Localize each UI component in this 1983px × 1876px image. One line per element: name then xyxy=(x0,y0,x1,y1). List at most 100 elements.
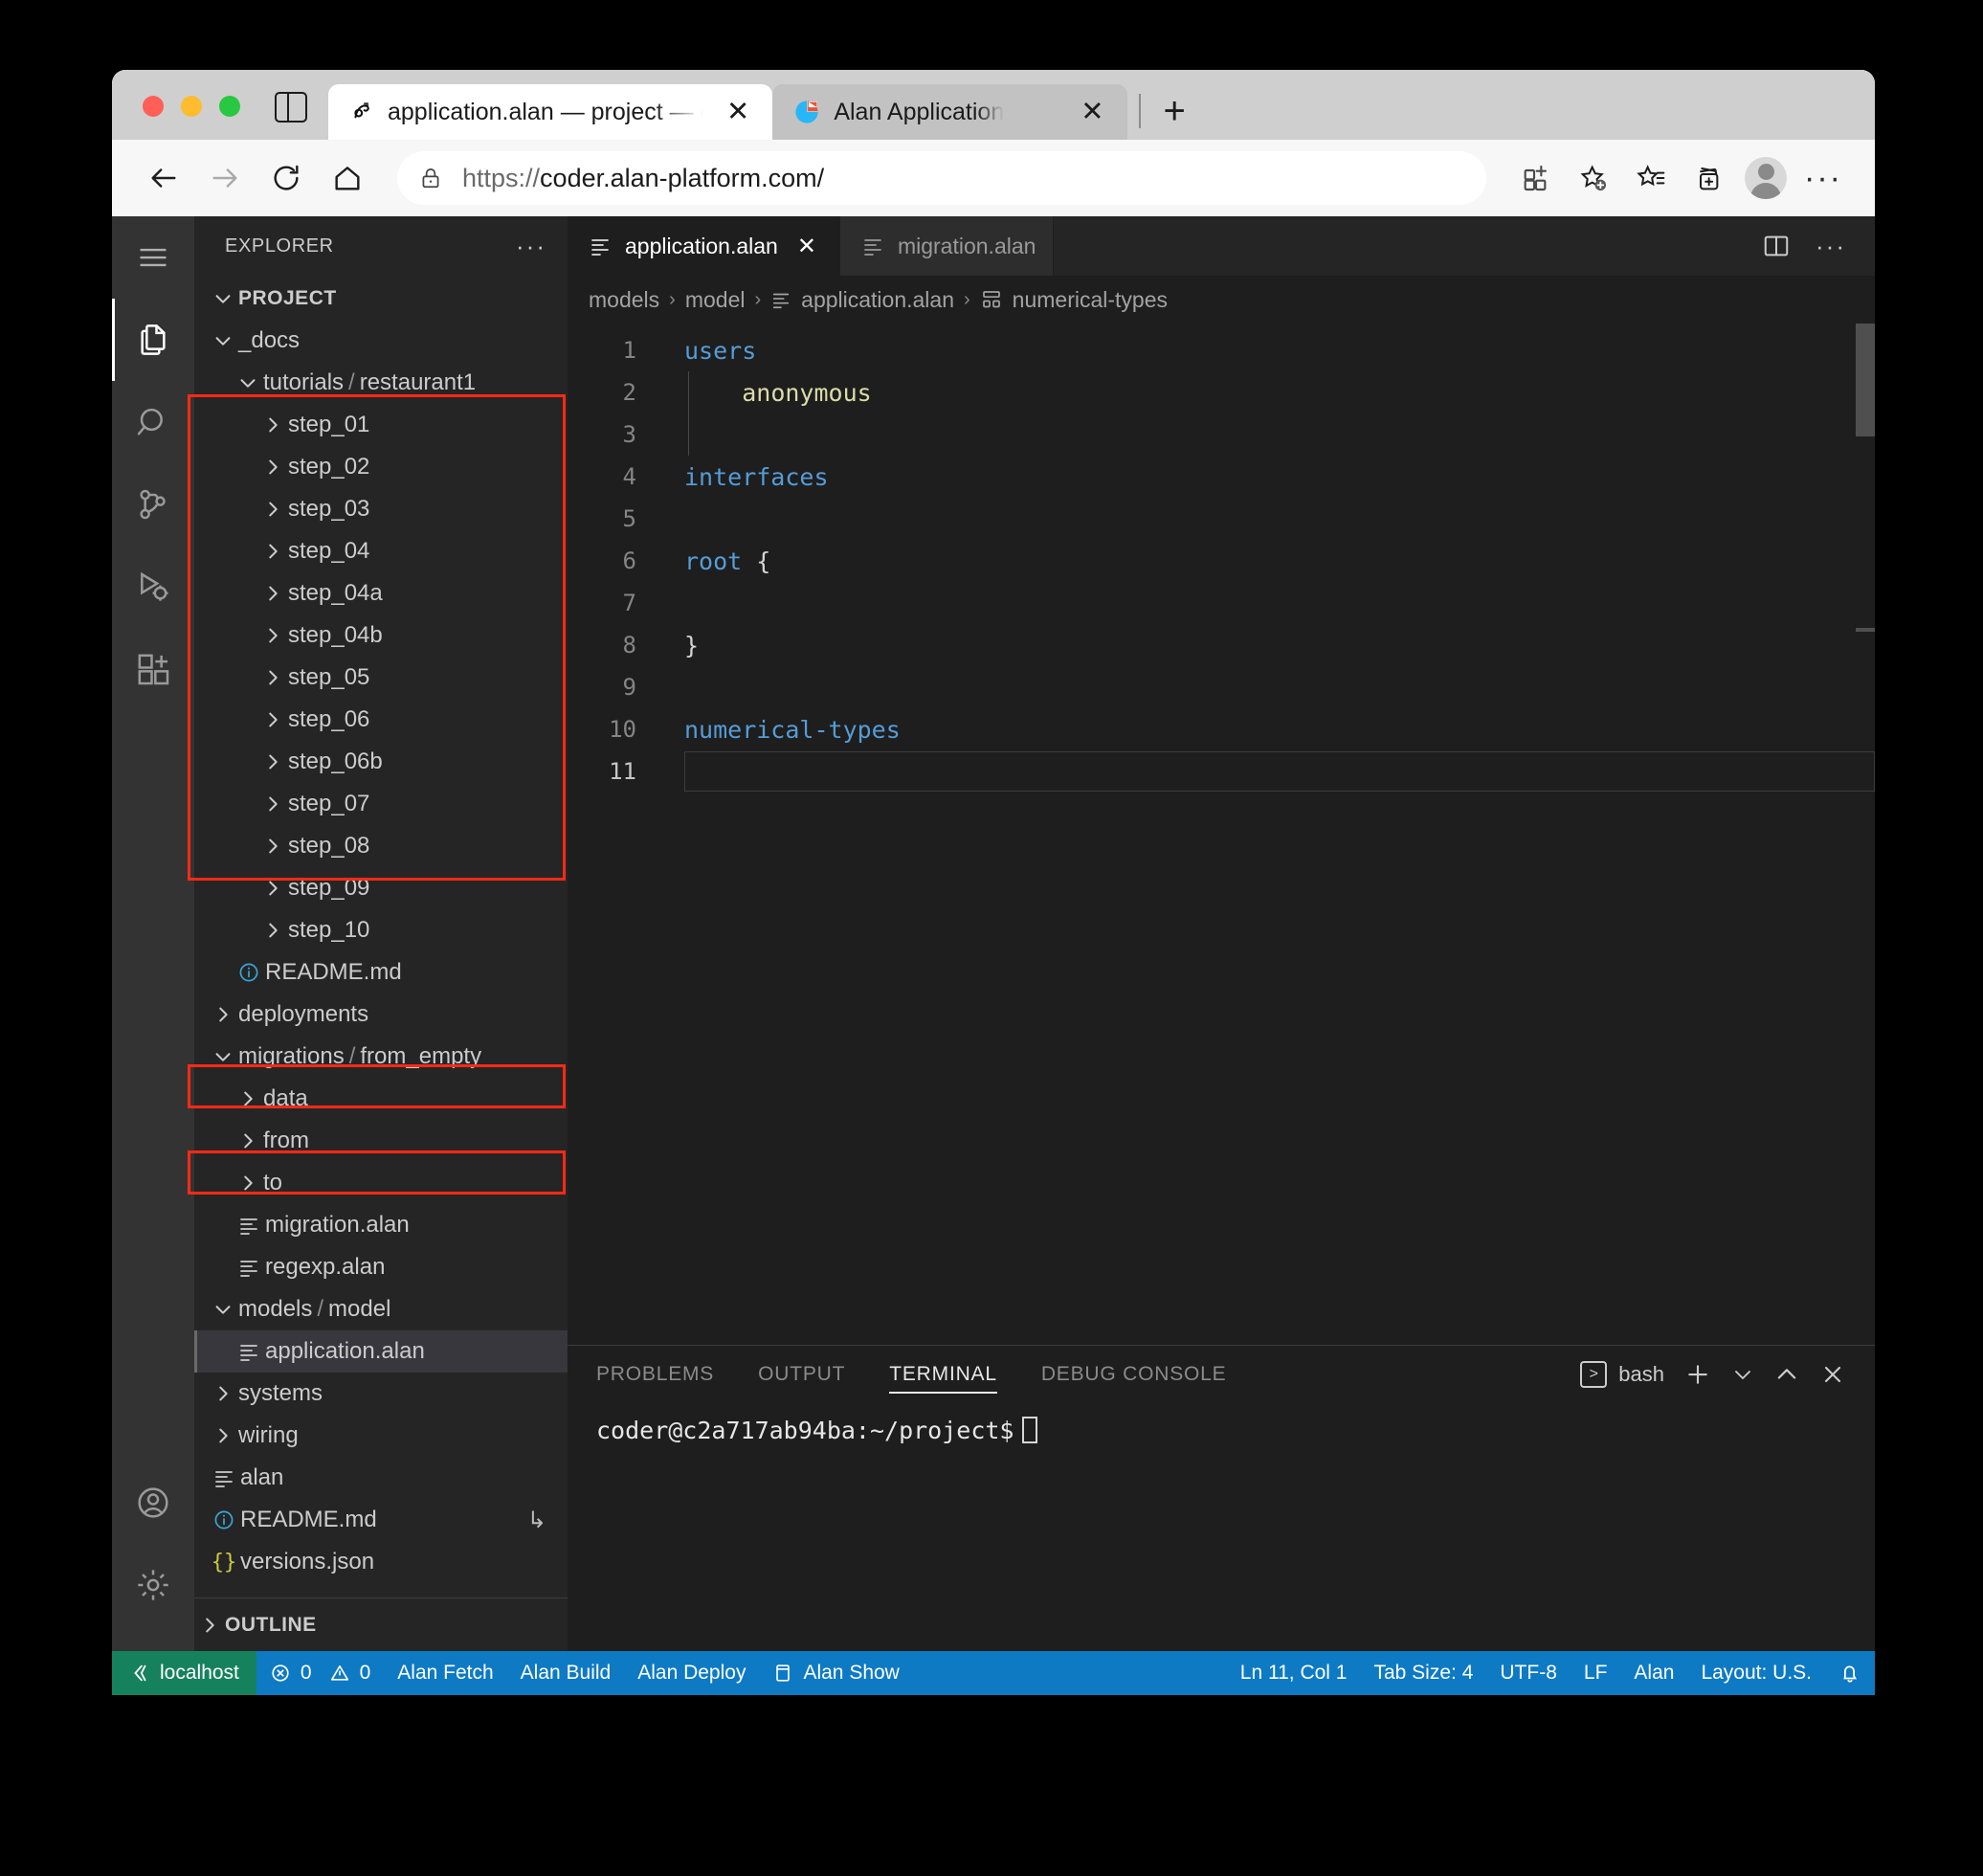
status-problems[interactable]: 0 0 xyxy=(256,1651,384,1695)
menu-icon[interactable] xyxy=(112,216,194,299)
tree-root-project[interactable]: PROJECT xyxy=(194,278,568,320)
outline-section[interactable]: OUTLINE xyxy=(194,1597,568,1651)
tree-item-deployments[interactable]: deployments xyxy=(194,994,568,1036)
back-arrow-icon[interactable] xyxy=(137,151,190,205)
terminal-shell-selector[interactable]: > bash xyxy=(1580,1361,1664,1388)
tree-item-application-alan[interactable]: application.alan xyxy=(194,1330,568,1373)
status-alan-deploy[interactable]: Alan Deploy xyxy=(624,1651,759,1695)
editor-tab-close-icon[interactable]: ✕ xyxy=(791,233,822,260)
tab-debug-console[interactable]: DEBUG CONSOLE xyxy=(1041,1346,1227,1403)
status-encoding[interactable]: UTF-8 xyxy=(1486,1651,1571,1695)
address-bar[interactable]: https://coder.alan-platform.com/ xyxy=(397,151,1486,205)
tree-item-step-06b[interactable]: step_06b xyxy=(194,741,568,783)
code-editor[interactable]: 1 users 2 anonymous 3 4 interfaces 5 6 root {7 8}… xyxy=(568,324,1875,1345)
forward-arrow-icon[interactable] xyxy=(198,151,252,205)
tree-item--docs[interactable]: _docs xyxy=(194,320,568,362)
browser-tab-application-alan[interactable]: application.alan — project — co ✕ xyxy=(328,84,773,140)
breadcrumb-item-application-alan[interactable]: application.alan xyxy=(770,287,954,313)
tree-item-step-04b[interactable]: step_04b xyxy=(194,614,568,657)
current-line-highlight xyxy=(684,751,1875,792)
terminal-body[interactable]: coder@c2a717ab94ba:~/project$ xyxy=(568,1403,1875,1651)
status-tab-size[interactable]: Tab Size: 4 xyxy=(1360,1651,1486,1695)
accounts-icon[interactable] xyxy=(112,1462,194,1544)
tree-item-step-07[interactable]: step_07 xyxy=(194,783,568,825)
source-control-icon[interactable] xyxy=(112,463,194,546)
tree-item-step-01[interactable]: step_01 xyxy=(194,404,568,446)
tree-item-versions-json[interactable]: {} versions.json xyxy=(194,1541,568,1583)
tree-item-systems[interactable]: systems xyxy=(194,1373,568,1415)
minimize-window-button[interactable] xyxy=(181,96,202,117)
tree-item-tutorials[interactable]: tutorials / restaurant1 xyxy=(194,362,568,404)
tree-item-label: step_02 xyxy=(288,454,370,480)
chevron-right-icon xyxy=(233,1172,263,1194)
split-screen-add-icon[interactable] xyxy=(1509,151,1563,205)
tree-item-step-05[interactable]: step_05 xyxy=(194,657,568,699)
status-alan-fetch[interactable]: Alan Fetch xyxy=(384,1651,506,1695)
collections-icon[interactable] xyxy=(1682,151,1735,205)
editor-tab-migration-alan[interactable]: migration.alan xyxy=(839,216,1055,276)
tree-item-readme-md[interactable]: README.md xyxy=(194,951,568,994)
add-favorite-icon[interactable] xyxy=(1567,151,1620,205)
tree-item-label: deployments xyxy=(238,1001,369,1027)
tree-item-step-04[interactable]: step_04 xyxy=(194,530,568,572)
tree-item-alan[interactable]: alan xyxy=(194,1457,568,1499)
tree-item-migrations[interactable]: migrations / from_empty xyxy=(194,1036,568,1078)
new-terminal-icon[interactable] xyxy=(1683,1360,1712,1389)
tree-item-step-10[interactable]: step_10 xyxy=(194,909,568,951)
close-panel-icon[interactable] xyxy=(1819,1361,1846,1388)
editor-more-icon[interactable]: ··· xyxy=(1816,234,1846,258)
tree-item-readme-md[interactable]: README.md ↳ xyxy=(194,1499,568,1541)
tree-item-to[interactable]: to xyxy=(194,1162,568,1204)
reload-icon[interactable] xyxy=(259,151,313,205)
tree-item-step-04a[interactable]: step_04a xyxy=(194,572,568,614)
status-eol[interactable]: LF xyxy=(1571,1651,1621,1695)
maximize-window-button[interactable] xyxy=(219,96,240,117)
tree-item-data[interactable]: data xyxy=(194,1078,568,1120)
tree-item-step-02[interactable]: step_02 xyxy=(194,446,568,488)
tree-item-step-06[interactable]: step_06 xyxy=(194,699,568,741)
browser-tab-close-icon[interactable]: ✕ xyxy=(1071,95,1113,130)
split-editor-icon[interactable] xyxy=(1762,232,1791,260)
explorer-icon[interactable] xyxy=(112,299,194,381)
status-language-mode[interactable]: Alan xyxy=(1620,1651,1687,1695)
tree-item-from[interactable]: from xyxy=(194,1120,568,1162)
browser-tab-alan-application[interactable]: Alan Application ✕ xyxy=(772,84,1127,140)
status-cursor-position[interactable]: Ln 11, Col 1 xyxy=(1227,1651,1361,1695)
new-tab-button[interactable]: + xyxy=(1154,92,1195,130)
tab-output[interactable]: OUTPUT xyxy=(758,1346,845,1403)
tree-item-step-09[interactable]: step_09 xyxy=(194,867,568,909)
profile-avatar[interactable] xyxy=(1739,151,1793,205)
status-keyboard-layout[interactable]: Layout: U.S. xyxy=(1687,1651,1825,1695)
breadcrumb-item-model[interactable]: model xyxy=(685,287,746,313)
search-icon[interactable] xyxy=(112,381,194,463)
terminal-dropdown-icon[interactable] xyxy=(1731,1363,1754,1386)
tree-item-step-03[interactable]: step_03 xyxy=(194,488,568,530)
settings-more-icon[interactable]: ··· xyxy=(1796,151,1850,205)
extensions-icon[interactable] xyxy=(112,628,194,710)
tab-problems[interactable]: PROBLEMS xyxy=(596,1346,714,1403)
browser-sidebar-toggle-icon[interactable] xyxy=(275,92,307,123)
status-alan-show[interactable]: Alan Show xyxy=(759,1651,912,1695)
breadcrumb-item-models[interactable]: models xyxy=(589,287,659,313)
tree-item-label: _docs xyxy=(238,327,301,353)
run-debug-icon[interactable] xyxy=(112,546,194,628)
status-alan-build[interactable]: Alan Build xyxy=(507,1651,625,1695)
tree-item-wiring[interactable]: wiring xyxy=(194,1415,568,1457)
tab-terminal[interactable]: TERMINAL xyxy=(889,1346,997,1403)
favorites-icon[interactable] xyxy=(1624,151,1678,205)
line-number: 10 xyxy=(609,716,636,743)
status-notifications[interactable] xyxy=(1825,1651,1875,1695)
tree-item-regexp-alan[interactable]: regexp.alan xyxy=(194,1246,568,1288)
settings-gear-icon[interactable] xyxy=(112,1544,194,1626)
tree-item-models[interactable]: models / model xyxy=(194,1288,568,1330)
tree-item-step-08[interactable]: step_08 xyxy=(194,825,568,867)
browser-tab-close-icon[interactable]: ✕ xyxy=(717,95,759,130)
maximize-panel-icon[interactable] xyxy=(1773,1361,1800,1388)
editor-tab-application-alan[interactable]: application.alan ✕ xyxy=(568,216,840,276)
home-icon[interactable] xyxy=(321,151,374,205)
status-remote-host[interactable]: localhost xyxy=(112,1651,256,1695)
tree-item-migration-alan[interactable]: migration.alan xyxy=(194,1204,568,1246)
close-window-button[interactable] xyxy=(143,96,164,117)
explorer-more-icon[interactable]: ··· xyxy=(516,234,546,258)
breadcrumb-item-numerical-types[interactable]: numerical-types xyxy=(980,287,1168,313)
